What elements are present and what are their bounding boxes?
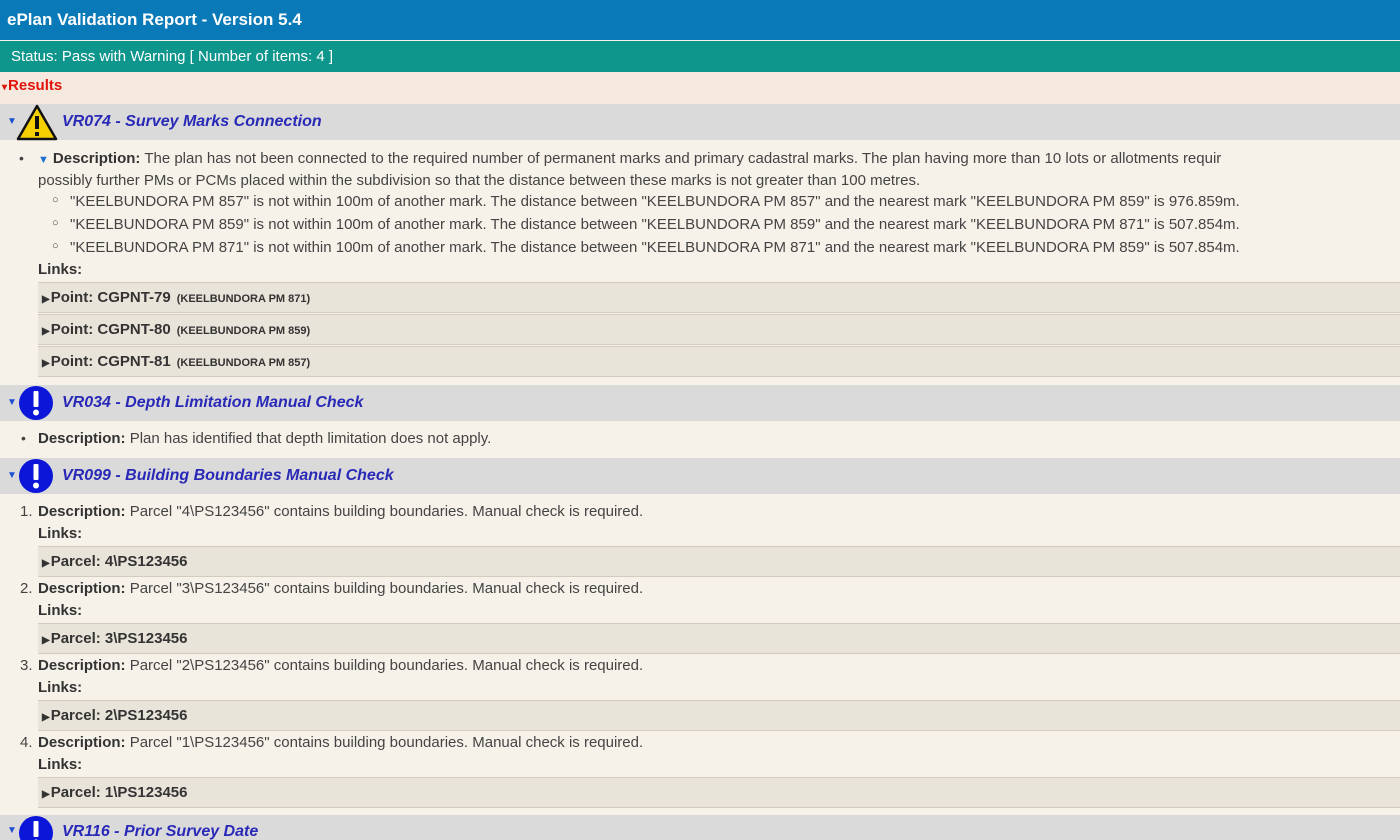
description-text: Parcel "3\PS123456" contains building bo… — [129, 580, 644, 597]
caret-right-icon: ▶ — [42, 712, 50, 723]
rule-title[interactable]: VR099 - Building Boundaries Manual Check — [62, 458, 394, 494]
warning-icon — [16, 104, 58, 141]
rule-title[interactable]: VR116 - Prior Survey Date — [62, 815, 258, 840]
description-line: ▼ Description: The plan has not been conn… — [38, 150, 1221, 167]
item-number: 4. — [20, 734, 33, 751]
caret-right-icon: ▶ — [42, 789, 50, 800]
links-label: Links: — [38, 525, 83, 542]
results-label: Results — [8, 77, 63, 94]
rule-header-vr074[interactable]: ▼ VR074 - Survey Marks Connection — [0, 104, 1400, 141]
status-text: Status: Pass with Warning [ Number of it… — [0, 41, 1400, 72]
caret-right-icon: ▶ — [42, 635, 50, 646]
description-label: Description: — [38, 430, 126, 447]
item-number: 3. — [20, 657, 33, 674]
bullet: ○ — [52, 194, 59, 206]
results-toggle[interactable]: ▾Results — [0, 72, 1400, 104]
rule-title[interactable]: VR074 - Survey Marks Connection — [62, 104, 322, 140]
description-label: Description: — [38, 657, 126, 674]
caret-down-icon: ▼ — [7, 470, 17, 481]
caret-down-icon: ▼ — [7, 825, 17, 836]
link-parcel-3[interactable]: ▶Parcel: 3\PS123456 — [38, 623, 1400, 654]
caret-right-icon: ▶ — [42, 326, 50, 337]
link-point-cgpnt-79[interactable]: ▶Point: CGPNT-79 (KEELBUNDORA PM 871) — [38, 282, 1400, 313]
link-parcel-4[interactable]: ▶Parcel: 4\PS123456 — [38, 546, 1400, 577]
description-line: Description: Parcel "4\PS123456" contain… — [38, 503, 643, 520]
link-label: Point: CGPNT-79 — [50, 289, 171, 306]
exclamation-icon — [19, 459, 53, 493]
rule-header-vr116[interactable]: ▼ VR116 - Prior Survey Date — [0, 815, 1400, 840]
description-line: Description: Parcel "3\PS123456" contain… — [38, 580, 643, 597]
links-label: Links: — [38, 602, 83, 619]
item-number: 2. — [20, 580, 33, 597]
collapse-description-icon[interactable]: ▼ — [38, 154, 49, 166]
caret-right-icon: ▶ — [42, 358, 50, 369]
subitem-text: "KEELBUNDORA PM 871" is not within 100m … — [70, 239, 1240, 256]
description-label: Description: — [38, 734, 126, 751]
description-label: Description: — [52, 150, 141, 167]
description-label: Description: — [38, 503, 126, 520]
subitem-text: "KEELBUNDORA PM 859" is not within 100m … — [70, 216, 1240, 233]
link-label: Parcel: 4\PS123456 — [50, 553, 188, 570]
bullet: • — [19, 150, 24, 166]
links-label: Links: — [38, 261, 83, 278]
link-sublabel: (KEELBUNDORA PM 859) — [176, 325, 311, 337]
link-label: Parcel: 2\PS123456 — [50, 707, 188, 724]
link-parcel-1[interactable]: ▶Parcel: 1\PS123456 — [38, 777, 1400, 808]
description-text: The plan has not been connected to the r… — [144, 150, 1222, 167]
bullet: • — [21, 430, 26, 446]
rule-header-vr099[interactable]: ▼ VR099 - Building Boundaries Manual Che… — [0, 458, 1400, 494]
description-text: Plan has identified that depth limitatio… — [129, 430, 492, 447]
exclamation-icon — [19, 386, 53, 420]
link-label: Parcel: 1\PS123456 — [50, 784, 188, 801]
link-point-cgpnt-80[interactable]: ▶Point: CGPNT-80 (KEELBUNDORA PM 859) — [38, 314, 1400, 345]
description-text: Parcel "1\PS123456" contains building bo… — [129, 734, 644, 751]
link-label: Parcel: 3\PS123456 — [50, 630, 188, 647]
description-line: Description: Parcel "2\PS123456" contain… — [38, 657, 643, 674]
caret-right-icon: ▶ — [42, 294, 50, 305]
caret-down-icon: ▾ — [2, 82, 8, 93]
link-sublabel: (KEELBUNDORA PM 871) — [176, 293, 311, 305]
description-label: Description: — [38, 580, 126, 597]
link-point-cgpnt-81[interactable]: ▶Point: CGPNT-81 (KEELBUNDORA PM 857) — [38, 346, 1400, 377]
subitem-text: "KEELBUNDORA PM 857" is not within 100m … — [70, 193, 1240, 210]
description-line: Description: Plan has identified that de… — [38, 430, 491, 447]
link-label: Point: CGPNT-80 — [50, 321, 171, 338]
description-text: Parcel "2\PS123456" contains building bo… — [129, 657, 644, 674]
description-line: Description: Parcel "1\PS123456" contain… — [38, 734, 643, 751]
bullet: ○ — [52, 240, 59, 252]
description-text: Parcel "4\PS123456" contains building bo… — [129, 503, 644, 520]
rule-title[interactable]: VR034 - Depth Limitation Manual Check — [62, 385, 363, 421]
rule-header-vr034[interactable]: ▼ VR034 - Depth Limitation Manual Check — [0, 385, 1400, 421]
report-title: ePlan Validation Report - Version 5.4 — [0, 0, 1400, 40]
link-parcel-2[interactable]: ▶Parcel: 2\PS123456 — [38, 700, 1400, 731]
description-line-2: possibly further PMs or PCMs placed with… — [38, 172, 921, 189]
item-number: 1. — [20, 503, 33, 520]
links-label: Links: — [38, 679, 83, 696]
caret-down-icon: ▼ — [7, 397, 17, 408]
link-sublabel: (KEELBUNDORA PM 857) — [176, 357, 311, 369]
caret-right-icon: ▶ — [42, 558, 50, 569]
exclamation-icon — [19, 816, 53, 840]
bullet: ○ — [52, 217, 59, 229]
links-label: Links: — [38, 756, 83, 773]
link-label: Point: CGPNT-81 — [50, 353, 171, 370]
